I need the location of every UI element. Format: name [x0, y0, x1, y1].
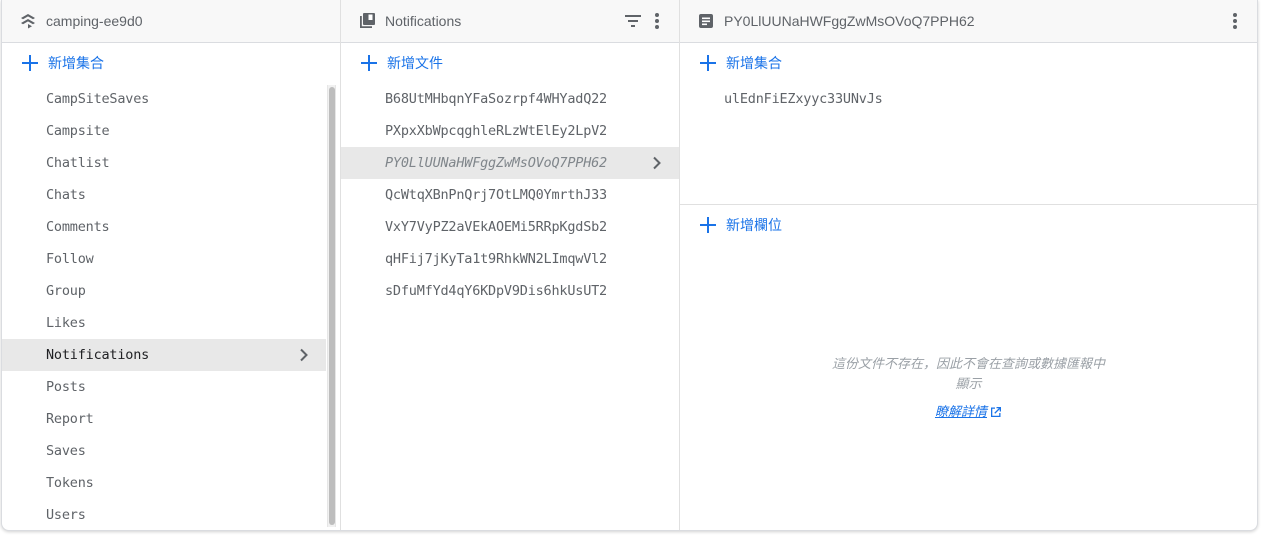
add-subcollection-label: 新增集合 [726, 55, 782, 71]
scrollbar-thumb[interactable] [329, 87, 335, 525]
add-document-button[interactable]: 新增文件 [341, 43, 679, 83]
subcollection-item[interactable]: ulEdnFiEZxyyc33UNvJs [680, 83, 1257, 115]
add-subcollection-button[interactable]: 新增集合 [680, 43, 1257, 83]
document-list: B68UtMHbqnYFaSozrpf4WHYadQ22 PXpxXbWpcqgh… [341, 83, 679, 307]
filter-button[interactable] [621, 9, 645, 33]
learn-more-link[interactable]: 瞭解詳情 [935, 402, 1002, 422]
document-item-label: qHFij7jKyTa1t9RhkWN2LImqwVl2 [385, 251, 607, 267]
document-item-label: QcWtqXBnPnQrj7OtLMQ0YmrthJ33 [385, 187, 607, 203]
document-panel: PY0LlUUNaHWFggZwMsOVoQ7PPH62 新增集合 ulEdnF… [680, 0, 1257, 530]
root-panel-header: camping-ee9d0 [2, 0, 340, 43]
collection-item[interactable]: Posts [2, 371, 326, 403]
document-item-label: sDfuMfYd4qY6KDpV9Dis6hkUsUT2 [385, 283, 607, 299]
collection-item-label: Chats [46, 187, 86, 203]
external-link-icon [991, 407, 1001, 417]
document-panel-header: PY0LlUUNaHWFggZwMsOVoQ7PPH62 [680, 0, 1257, 43]
collection-item[interactable]: Users [2, 499, 326, 530]
filter-icon [625, 15, 641, 27]
collection-menu-button[interactable] [645, 9, 669, 33]
document-item[interactable]: PY0LlUUNaHWFggZwMsOVoQ7PPH62 [341, 147, 679, 179]
collection-item[interactable]: Chatlist [2, 147, 326, 179]
collection-item[interactable]: Report [2, 403, 326, 435]
collection-item-label: Users [46, 507, 86, 523]
document-item[interactable]: B68UtMHbqnYFaSozrpf4WHYadQ22 [341, 83, 679, 115]
collection-item-label: CampSiteSaves [46, 91, 150, 107]
empty-message: 這份文件不存在，因此不會在查詢或數據匯報中顯示 [831, 356, 1105, 391]
subcollection-list: ulEdnFiEZxyyc33UNvJs [680, 83, 1257, 115]
collection-item[interactable]: CampSiteSaves [2, 83, 326, 115]
collection-item[interactable]: Notifications [2, 339, 326, 371]
collection-title: Notifications [385, 13, 462, 29]
collection-item[interactable]: Tokens [2, 467, 326, 499]
collection-panel-header: Notifications [341, 0, 679, 43]
chevron-right-icon [296, 347, 312, 363]
document-missing-notice: 這份文件不存在，因此不會在查詢或數據匯報中顯示 瞭解詳情 [680, 354, 1257, 422]
collection-item-label: Notifications [46, 347, 150, 363]
add-field-button[interactable]: 新增欄位 [680, 205, 1257, 245]
plus-icon [700, 55, 716, 71]
collection-item[interactable]: Chats [2, 179, 326, 211]
collection-item[interactable]: Group [2, 275, 326, 307]
add-field-label: 新增欄位 [726, 217, 782, 233]
collection-item-label: Saves [46, 443, 86, 459]
document-title: PY0LlUUNaHWFggZwMsOVoQ7PPH62 [724, 13, 975, 29]
document-icon [696, 11, 716, 31]
collection-item-label: Group [46, 283, 86, 299]
firestore-layers-icon [18, 11, 38, 31]
plus-icon [700, 217, 716, 233]
document-item-label: B68UtMHbqnYFaSozrpf4WHYadQ22 [385, 91, 607, 107]
document-item[interactable]: QcWtqXBnPnQrj7OtLMQ0YmrthJ33 [341, 179, 679, 211]
firestore-data-viewer: camping-ee9d0 新增集合 CampSiteSaves Campsite… [1, 0, 1258, 531]
project-title: camping-ee9d0 [46, 13, 143, 29]
chevron-right-icon [300, 348, 308, 362]
collection-icon [357, 11, 377, 31]
subcollection-section: 新增集合 ulEdnFiEZxyyc33UNvJs [680, 43, 1257, 205]
collection-item[interactable]: Campsite [2, 115, 326, 147]
document-item[interactable]: qHFij7jKyTa1t9RhkWN2LImqwVl2 [341, 243, 679, 275]
learn-more-label: 瞭解詳情 [934, 404, 987, 419]
document-item-label: PXpxXbWpcqghleRLzWtElEy2LpV2 [385, 123, 607, 139]
collection-item-label: Campsite [46, 123, 110, 139]
more-vert-icon [655, 13, 659, 29]
collection-item-label: Chatlist [46, 155, 110, 171]
chevron-right-icon [649, 155, 665, 171]
document-item[interactable]: sDfuMfYd4qY6KDpV9Dis6hkUsUT2 [341, 275, 679, 307]
document-item[interactable]: VxY7VyPZ2aVEkAOEMi5RRpKgdSb2 [341, 211, 679, 243]
collection-item-label: Posts [46, 379, 86, 395]
plus-icon [361, 55, 377, 71]
collection-panel: Notifications 新增文件 B68UtMHbqnYFaSozrpf4W… [341, 0, 680, 530]
document-item-label: VxY7VyPZ2aVEkAOEMi5RRpKgdSb2 [385, 219, 607, 235]
add-collection-label: 新增集合 [48, 55, 104, 71]
chevron-right-icon [653, 156, 661, 170]
collection-list-scrollbar[interactable] [327, 85, 336, 527]
document-item[interactable]: PXpxXbWpcqghleRLzWtElEy2LpV2 [341, 115, 679, 147]
add-collection-button[interactable]: 新增集合 [2, 43, 340, 83]
collection-item-label: Comments [46, 219, 110, 235]
collection-item[interactable]: Saves [2, 435, 326, 467]
add-document-label: 新增文件 [387, 55, 443, 71]
collection-item-label: Tokens [46, 475, 94, 491]
document-item-label: PY0LlUUNaHWFggZwMsOVoQ7PPH62 [385, 155, 607, 171]
document-menu-button[interactable] [1223, 9, 1247, 33]
collection-item[interactable]: Comments [2, 211, 326, 243]
collection-item[interactable]: Likes [2, 307, 326, 339]
more-vert-icon [1233, 13, 1237, 29]
collection-item[interactable]: Follow [2, 243, 326, 275]
root-panel: camping-ee9d0 新增集合 CampSiteSaves Campsite… [2, 0, 341, 530]
collection-list: CampSiteSaves Campsite Chatlist Chats Commen… [2, 83, 340, 530]
collection-item-label: Report [46, 411, 94, 427]
collection-item-label: Follow [46, 251, 94, 267]
collection-item-label: Likes [46, 315, 86, 331]
plus-icon [22, 55, 38, 71]
